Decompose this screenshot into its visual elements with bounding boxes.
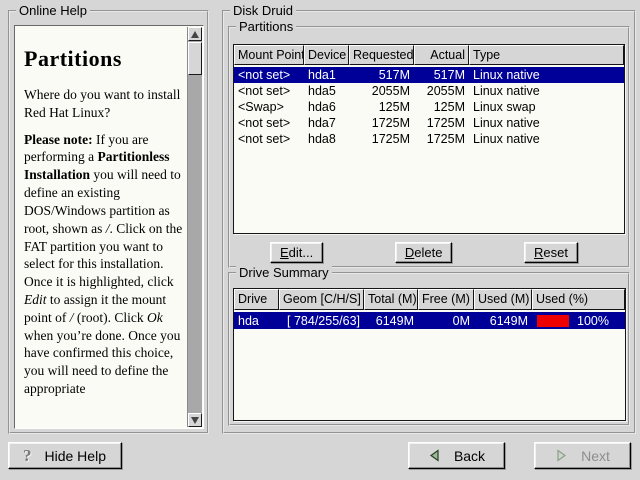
cell-type: Linux native: [469, 116, 624, 130]
disk-druid-frame-label: Disk Druid: [230, 3, 296, 18]
column-header-device[interactable]: Device: [304, 45, 349, 65]
cell-total: 6149M: [364, 314, 418, 328]
online-help-frame: Online Help Partitions Where do you want…: [8, 10, 209, 434]
cell-requested: 2055M: [349, 84, 414, 98]
cell-requested: 125M: [349, 100, 414, 114]
cell-mount-point: <Swap>: [234, 100, 304, 114]
cell-mount-point: <not set>: [234, 84, 304, 98]
column-header-total[interactable]: Total (M): [364, 289, 418, 310]
cell-device: hda5: [304, 84, 349, 98]
scroll-down-button[interactable]: [188, 413, 202, 427]
cell-type: Linux native: [469, 132, 624, 146]
partitions-frame-label: Partitions: [236, 19, 296, 34]
partition-row-hda1[interactable]: <not set> hda1 517M 517M Linux native: [234, 67, 624, 83]
partition-row-hda7[interactable]: <not set> hda7 1725M 1725M Linux native: [234, 115, 624, 131]
scroll-up-icon: [191, 31, 199, 38]
cell-actual: 2055M: [414, 84, 469, 98]
drive-row-hda[interactable]: hda [ 784/255/63] 6149M 0M 6149M 100%: [234, 312, 625, 329]
installer-window: { "colors":{ "background":"#d6d6d6", "se…: [0, 0, 640, 480]
help-paragraph: Please note: If you are performing a Par…: [24, 131, 184, 398]
edit-button[interactable]: Edit...: [270, 242, 323, 263]
cell-free: 0M: [418, 314, 474, 328]
next-arrow-icon: [555, 449, 568, 462]
cell-device: hda6: [304, 100, 349, 114]
cell-requested: 1725M: [349, 132, 414, 146]
help-scrollbar[interactable]: [187, 27, 202, 427]
partition-row-hda6[interactable]: <Swap> hda6 125M 125M Linux swap: [234, 99, 624, 115]
back-label: Back: [454, 448, 485, 464]
cell-actual: 125M: [414, 100, 469, 114]
drive-summary-frame-label: Drive Summary: [236, 265, 332, 280]
cell-requested: 1725M: [349, 116, 414, 130]
help-text: Partitions Where do you want to install …: [15, 26, 186, 428]
used-bar: [537, 315, 569, 327]
cell-actual: 1725M: [414, 116, 469, 130]
scroll-up-button[interactable]: [188, 27, 202, 41]
cell-actual: 1725M: [414, 132, 469, 146]
column-header-geom[interactable]: Geom [C/H/S]: [279, 289, 364, 310]
help-title: Partitions: [24, 44, 184, 73]
column-header-used-m[interactable]: Used (M): [474, 289, 532, 310]
partitions-table: Mount Point Device Requested Actual Type…: [233, 44, 625, 234]
hide-help-label: Hide Help: [45, 448, 106, 464]
cell-mount-point: <not set>: [234, 116, 304, 130]
cell-drive: hda: [234, 314, 279, 328]
column-header-drive[interactable]: Drive: [234, 289, 279, 310]
cell-requested: 517M: [349, 68, 414, 82]
online-help-frame-label: Online Help: [16, 3, 90, 18]
column-header-type[interactable]: Type: [469, 45, 624, 65]
cell-device: hda1: [304, 68, 349, 82]
cell-used: 6149M: [474, 314, 532, 328]
cell-mount-point: <not set>: [234, 132, 304, 146]
column-header-used-pct[interactable]: Used (%): [532, 289, 625, 310]
reset-button[interactable]: Reset: [524, 242, 578, 263]
drive-summary-frame: Drive Summary Drive Geom [C/H/S] Total (…: [228, 272, 630, 426]
cell-type: Linux native: [469, 68, 624, 82]
cell-geom: [ 784/255/63]: [279, 314, 364, 328]
cell-actual: 517M: [414, 68, 469, 82]
partition-actions: Edit... Delete Reset: [230, 241, 628, 263]
cell-used-pct: 100%: [532, 314, 625, 328]
cell-type: Linux native: [469, 84, 624, 98]
partitions-frame: Partitions Mount Point Device Requested …: [228, 26, 630, 268]
back-button[interactable]: Back: [408, 442, 505, 469]
back-arrow-icon: [428, 449, 441, 462]
column-header-requested[interactable]: Requested: [349, 45, 414, 65]
cell-device: hda8: [304, 132, 349, 146]
partition-row-hda5[interactable]: <not set> hda5 2055M 2055M Linux native: [234, 83, 624, 99]
disk-druid-frame: Disk Druid Partitions Mount Point Device…: [222, 10, 636, 434]
hide-help-button[interactable]: ? Hide Help: [8, 442, 122, 469]
partition-row-hda8[interactable]: <not set> hda8 1725M 1725M Linux native: [234, 131, 624, 147]
column-header-free[interactable]: Free (M): [418, 289, 474, 310]
cell-type: Linux swap: [469, 100, 624, 114]
delete-button[interactable]: Delete: [395, 242, 453, 263]
cell-mount-point: <not set>: [234, 68, 304, 82]
column-header-actual[interactable]: Actual: [414, 45, 469, 65]
help-viewport: Partitions Where do you want to install …: [14, 25, 204, 429]
drive-summary-table: Drive Geom [C/H/S] Total (M) Free (M) Us…: [233, 288, 626, 421]
next-label: Next: [581, 448, 610, 464]
column-header-mount-point[interactable]: Mount Point: [234, 45, 304, 65]
cell-device: hda7: [304, 116, 349, 130]
question-icon: ?: [23, 447, 32, 464]
used-pct-label: 100%: [577, 314, 609, 328]
scrollbar-thumb[interactable]: [188, 42, 202, 75]
scroll-down-icon: [191, 417, 199, 424]
partitions-table-header: Mount Point Device Requested Actual Type: [234, 45, 624, 65]
drive-summary-table-header: Drive Geom [C/H/S] Total (M) Free (M) Us…: [234, 289, 625, 310]
next-button[interactable]: Next: [534, 442, 631, 469]
help-paragraph: Where do you want to install Red Hat Lin…: [24, 86, 184, 122]
